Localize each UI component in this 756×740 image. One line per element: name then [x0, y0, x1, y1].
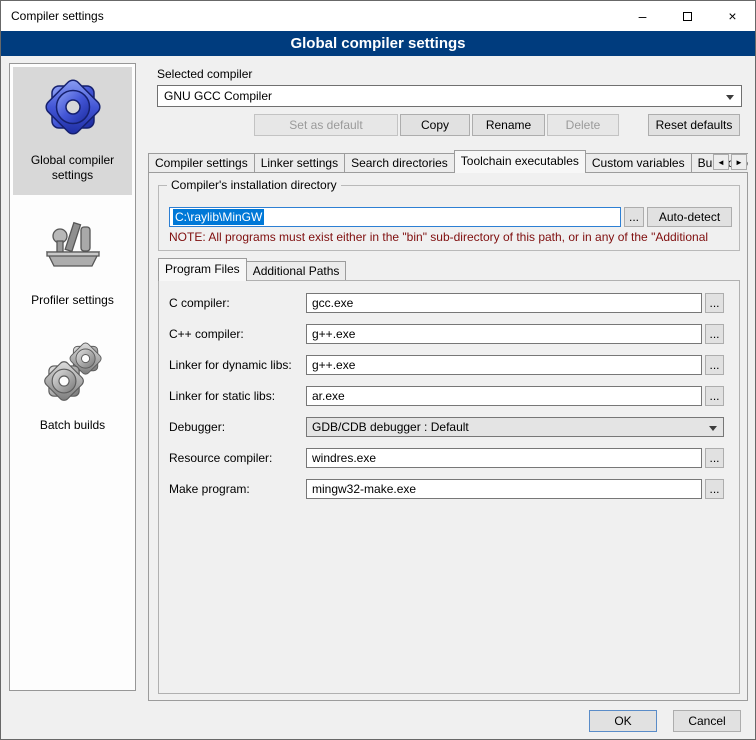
tab-linker-settings[interactable]: Linker settings — [254, 153, 345, 172]
sidebar-item-label: Batch builds — [40, 418, 105, 433]
toolchain-executables-panel: Compiler's installation directory C:\ray… — [148, 172, 748, 701]
field-row: Linker for dynamic libs: g++.exe ... — [169, 355, 724, 375]
static-linker-input[interactable]: ar.exe — [306, 386, 702, 406]
installation-directory-group: Compiler's installation directory C:\ray… — [158, 185, 740, 251]
debugger-label: Debugger: — [169, 420, 306, 434]
static-linker-label: Linker for static libs: — [169, 389, 306, 403]
gray-gears-icon — [41, 340, 105, 404]
close-button[interactable]: × — [710, 1, 755, 31]
static-linker-value: ar.exe — [312, 389, 345, 403]
cancel-button[interactable]: Cancel — [673, 710, 741, 732]
resource-compiler-browse-button[interactable]: ... — [705, 448, 724, 468]
c-compiler-input[interactable]: gcc.exe — [306, 293, 702, 313]
subtab-program-files[interactable]: Program Files — [158, 258, 247, 281]
installation-directory-browse-button[interactable]: ... — [624, 207, 644, 227]
make-program-browse-button[interactable]: ... — [705, 479, 724, 499]
cpp-compiler-value: g++.exe — [312, 327, 355, 341]
dynamic-linker-label: Linker for dynamic libs: — [169, 358, 306, 372]
window-title: Compiler settings — [1, 9, 104, 23]
tab-search-directories[interactable]: Search directories — [344, 153, 455, 172]
dynamic-linker-browse-button[interactable]: ... — [705, 355, 724, 375]
reset-defaults-button[interactable]: Reset defaults — [648, 114, 740, 136]
copy-button[interactable]: Copy — [400, 114, 470, 136]
make-program-input[interactable]: mingw32-make.exe — [306, 479, 702, 499]
compiler-settings-window: Compiler settings – × Global compiler se… — [0, 0, 756, 740]
blue-gear-icon — [41, 75, 105, 139]
delete-button: Delete — [547, 114, 619, 136]
debugger-select[interactable]: GDB/CDB debugger : Default — [306, 417, 724, 437]
compiler-dropdown-value: GNU GCC Compiler — [164, 89, 272, 103]
sidebar-item-profiler-settings[interactable]: Profiler settings — [13, 207, 132, 320]
close-icon: × — [728, 8, 736, 24]
window-controls: – × — [620, 1, 755, 31]
chevron-down-icon — [726, 95, 734, 100]
installation-directory-input[interactable]: C:\raylib\MinGW — [169, 207, 621, 227]
settings-tabbar: Compiler settingsLinker settingsSearch d… — [148, 150, 748, 173]
tab-toolchain-executables[interactable]: Toolchain executables — [454, 150, 586, 173]
installation-directory-value: C:\raylib\MinGW — [173, 209, 264, 225]
field-row: Make program: mingw32-make.exe ... — [169, 479, 724, 499]
program-files-panel: C compiler: gcc.exe ... C++ compiler: g+… — [158, 280, 740, 694]
tab-scroll-right-icon[interactable]: ► — [731, 154, 747, 170]
resource-compiler-value: windres.exe — [312, 451, 376, 465]
static-linker-browse-button[interactable]: ... — [705, 386, 724, 406]
subtab-additional-paths[interactable]: Additional Paths — [246, 261, 347, 280]
minimize-button[interactable]: – — [620, 1, 665, 31]
rename-button[interactable]: Rename — [472, 114, 545, 136]
c-compiler-browse-button[interactable]: ... — [705, 293, 724, 313]
tab-scroll-left-icon[interactable]: ◄ — [713, 154, 729, 170]
field-row: Debugger: GDB/CDB debugger : Default — [169, 417, 724, 437]
chevron-down-icon — [709, 426, 717, 431]
sidebar-item-batch-builds[interactable]: Batch builds — [13, 332, 132, 445]
sidebar: Global compiler settings Profiler settin… — [9, 63, 136, 691]
tab-compiler-settings[interactable]: Compiler settings — [148, 153, 255, 172]
cpp-compiler-label: C++ compiler: — [169, 327, 306, 341]
make-program-label: Make program: — [169, 482, 306, 496]
minimize-icon: – — [639, 8, 647, 24]
selected-compiler-label: Selected compiler — [157, 67, 252, 81]
field-row: C++ compiler: g++.exe ... — [169, 324, 724, 344]
resource-compiler-input[interactable]: windres.exe — [306, 448, 702, 468]
dynamic-linker-input[interactable]: g++.exe — [306, 355, 702, 375]
c-compiler-value: gcc.exe — [312, 296, 353, 310]
installation-directory-group-title: Compiler's installation directory — [167, 178, 341, 192]
maximize-icon — [683, 12, 692, 21]
sidebar-item-label: Global compiler settings — [15, 153, 130, 183]
field-row: Resource compiler: windres.exe ... — [169, 448, 724, 468]
c-compiler-label: C compiler: — [169, 296, 306, 310]
program-files-tabbar: Program FilesAdditional Paths — [158, 258, 738, 281]
auto-detect-button[interactable]: Auto-detect — [647, 207, 732, 227]
make-program-value: mingw32-make.exe — [312, 482, 416, 496]
sidebar-item-global-compiler-settings[interactable]: Global compiler settings — [13, 67, 132, 195]
resource-compiler-label: Resource compiler: — [169, 451, 306, 465]
compiler-dropdown[interactable]: GNU GCC Compiler — [157, 85, 742, 107]
debugger-value: GDB/CDB debugger : Default — [312, 420, 469, 434]
dialog-header: Global compiler settings — [1, 31, 755, 56]
cpp-compiler-browse-button[interactable]: ... — [705, 324, 724, 344]
titlebar: Compiler settings – × — [1, 1, 755, 31]
bin-subdirectory-note: NOTE: All programs must exist either in … — [169, 230, 735, 244]
cpp-compiler-input[interactable]: g++.exe — [306, 324, 702, 344]
field-row: Linker for static libs: ar.exe ... — [169, 386, 724, 406]
tab-custom-variables[interactable]: Custom variables — [585, 153, 692, 172]
profiler-plane-icon — [41, 215, 105, 279]
maximize-button[interactable] — [665, 1, 710, 31]
ok-button[interactable]: OK — [589, 710, 657, 732]
compiler-actions: Set as default Copy Rename Delete Reset … — [254, 114, 740, 136]
tab-scroll-buttons: ◄ ► — [713, 154, 747, 170]
field-row: C compiler: gcc.exe ... — [169, 293, 724, 313]
set-as-default-button: Set as default — [254, 114, 398, 136]
sidebar-item-label: Profiler settings — [31, 293, 114, 308]
dynamic-linker-value: g++.exe — [312, 358, 355, 372]
